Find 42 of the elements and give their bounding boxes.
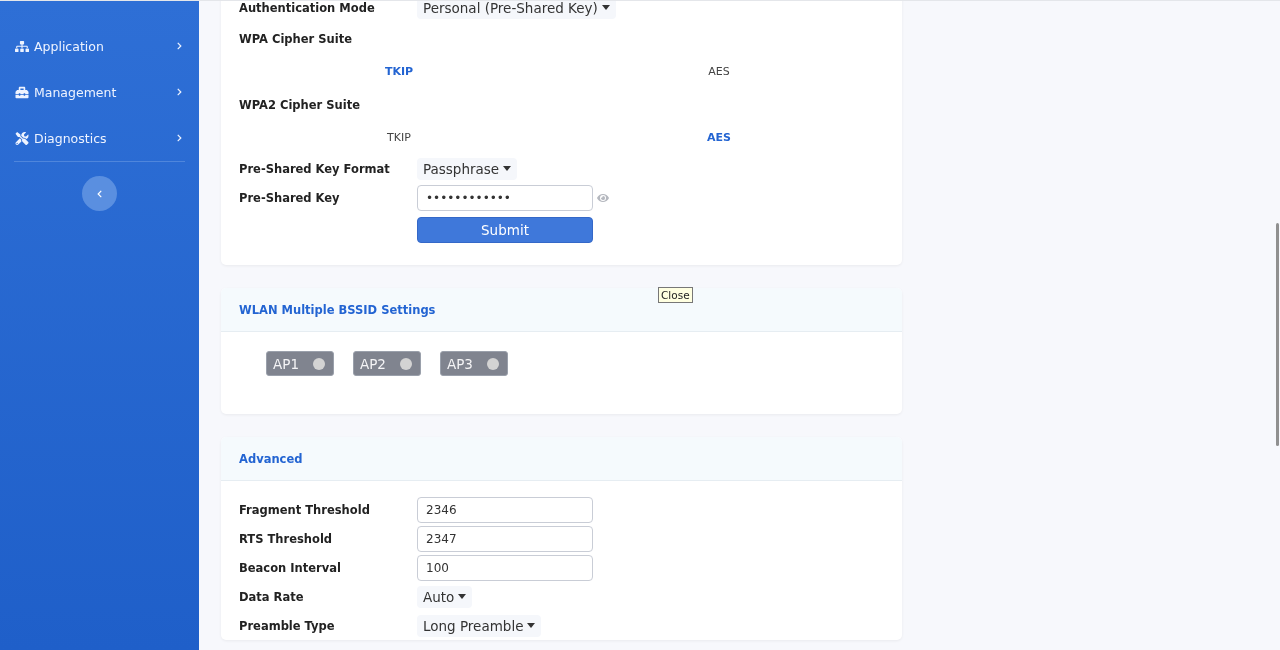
cipher-option[interactable]: AES	[559, 131, 879, 144]
eye-icon[interactable]	[597, 191, 609, 204]
field-label: Pre-Shared Key	[239, 190, 341, 205]
submit-button[interactable]: Submit	[417, 217, 593, 243]
chevron-right-icon	[176, 88, 183, 96]
cipher-option[interactable]: TKIP	[239, 65, 559, 78]
field-label: Preamble Type	[239, 618, 336, 633]
section-title: Advanced	[239, 451, 303, 466]
input-field[interactable]: 2347	[417, 525, 593, 552]
input-field[interactable]: 2346	[417, 496, 593, 523]
sitemap-icon	[15, 39, 29, 53]
field-label: WPA2 Cipher Suite	[239, 97, 361, 112]
field-label: Fragment Threshold	[239, 502, 371, 517]
caret-icon	[503, 166, 512, 171]
section-title: WLAN Multiple BSSID Settings	[239, 302, 436, 317]
field-label: Authentication Mode	[239, 1, 376, 15]
tooltip: Close	[658, 287, 693, 303]
chevron-right-icon	[176, 42, 183, 50]
dropdown-select[interactable]: Long Preamble	[417, 614, 542, 637]
caret-icon	[527, 623, 536, 628]
field-label: RTS Threshold	[239, 531, 334, 546]
cipher-option[interactable]: AES	[559, 65, 879, 78]
sidebar-item[interactable]: Diagnostics	[0, 115, 199, 161]
input-field[interactable]: 100	[417, 554, 593, 581]
field-label: Data Rate	[239, 589, 305, 604]
dropdown-select[interactable]: Personal (Pre-Shared Key)	[417, 1, 616, 19]
chevron-left-icon	[96, 189, 103, 198]
dropdown-select[interactable]: Passphrase	[417, 157, 518, 180]
field-label: WPA Cipher Suite	[239, 31, 353, 46]
field-label: Pre-Shared Key Format	[239, 161, 391, 176]
password-field[interactable]: ••••••••••••	[417, 184, 593, 211]
field-label: Beacon Interval	[239, 560, 342, 575]
toolbox-icon	[15, 85, 29, 99]
chevron-right-icon	[176, 134, 183, 142]
sidebar-item[interactable]: Application	[0, 23, 199, 69]
tools-icon	[15, 131, 29, 145]
sidebar-item[interactable]: Management	[0, 69, 199, 115]
dropdown-select[interactable]: Auto	[417, 585, 473, 608]
collapse-button[interactable]	[82, 176, 117, 211]
caret-icon	[458, 594, 467, 599]
caret-icon	[601, 5, 610, 10]
cipher-option[interactable]: TKIP	[239, 131, 559, 144]
